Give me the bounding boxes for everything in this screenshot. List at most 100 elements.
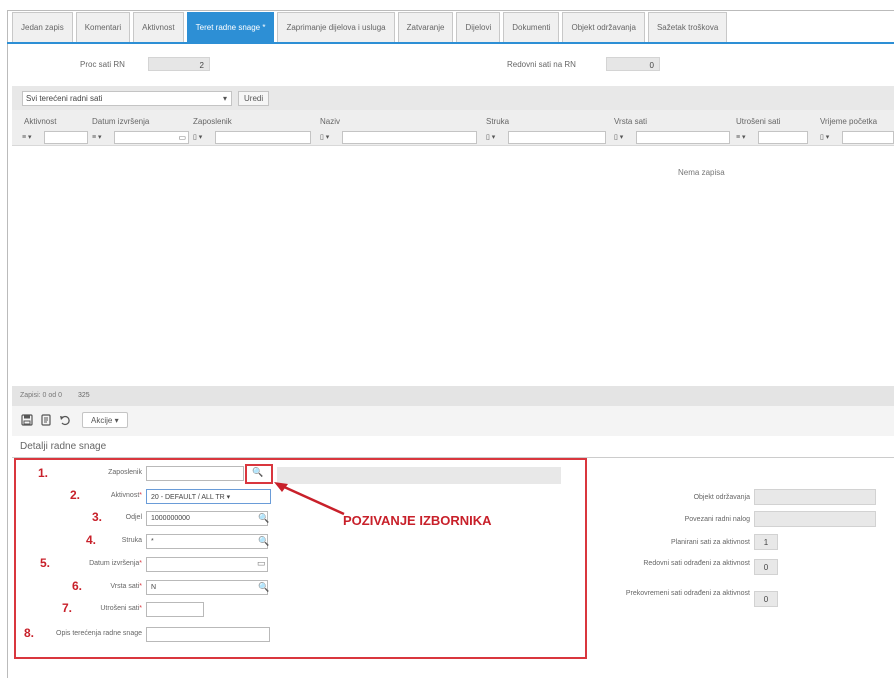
vrsta-sati-label: Vrsta sati* bbox=[110, 583, 142, 590]
pager-text: Zapisi: 0 od 0 bbox=[20, 392, 63, 399]
povezani-nalog-label: Povezani radni nalog bbox=[684, 516, 750, 523]
redovni-odradeni-label: Redovni sati odrađeni za aktivnost bbox=[643, 560, 750, 567]
aktivnost-label: Aktivnost* bbox=[110, 492, 142, 499]
struka-input[interactable]: * bbox=[146, 534, 268, 549]
tab-zatvaranje[interactable]: Zatvaranje bbox=[397, 12, 454, 42]
povezani-nalog-field bbox=[754, 511, 876, 527]
col-zaposlenik[interactable]: Zaposlenik bbox=[193, 117, 232, 126]
filter-operator[interactable]: ▯ ▾ bbox=[614, 131, 636, 144]
save-icon[interactable] bbox=[20, 413, 34, 427]
record-toolbar bbox=[12, 406, 894, 436]
col-vrijeme-pocetka[interactable]: Vrijeme početka bbox=[820, 117, 877, 126]
filter-input[interactable] bbox=[215, 131, 311, 144]
annotation-arrow bbox=[274, 482, 345, 516]
magnifier-icon[interactable]: 🔍 bbox=[258, 536, 269, 547]
filter-input[interactable] bbox=[44, 131, 88, 144]
pager-extra[interactable]: 325 bbox=[78, 392, 90, 399]
filter-operator[interactable]: ▯ ▾ bbox=[193, 131, 215, 144]
filter-operator[interactable]: ▯ ▾ bbox=[320, 131, 342, 144]
field-number-5: 5. bbox=[40, 556, 51, 570]
tab-dokumenti[interactable]: Dokumenti bbox=[503, 12, 560, 42]
akcije-dropdown[interactable]: Akcije ▾ bbox=[82, 412, 128, 428]
utroseni-sati-label: Utrošeni sati* bbox=[100, 605, 142, 612]
filter-dropdown-value: Svi terećeni radni sati bbox=[26, 94, 103, 103]
redovni-odradeni-value: 0 bbox=[754, 559, 778, 575]
field-number-4: 4. bbox=[86, 533, 97, 547]
filter-operator[interactable]: ≡ ▾ bbox=[22, 131, 44, 144]
magnifier-icon[interactable]: 🔍 bbox=[252, 467, 263, 478]
annotation-label: POZIVANJE IZBORNIKA bbox=[343, 513, 492, 528]
tab-aktivnost[interactable]: Aktivnost bbox=[133, 12, 184, 42]
redovni-sati-value: 0 bbox=[606, 57, 660, 71]
proc-sati-label: Proc sati RN bbox=[80, 60, 125, 69]
chevron-down-icon: ▾ bbox=[222, 94, 227, 103]
filter-operator[interactable]: ▯ ▾ bbox=[820, 131, 842, 144]
filter-struka: ▯ ▾ bbox=[486, 131, 606, 144]
field-number-8: 8. bbox=[24, 626, 35, 640]
magnifier-icon[interactable]: 🔍 bbox=[258, 513, 269, 524]
redovni-sati-label: Redovni sati na RN bbox=[507, 60, 576, 69]
filter-input[interactable] bbox=[636, 131, 730, 144]
filter-operator[interactable]: ≡ ▾ bbox=[92, 131, 114, 144]
run-filter-button[interactable]: Uredi bbox=[238, 91, 270, 106]
planirani-sati-value: 1 bbox=[754, 534, 778, 550]
tab-underline bbox=[7, 42, 894, 44]
copy-icon[interactable] bbox=[39, 413, 53, 427]
struka-label: Struka bbox=[121, 537, 142, 544]
aktivnost-select[interactable]: 20 - DEFAULT / ALL TR ▾ bbox=[146, 489, 271, 504]
field-number-6: 6. bbox=[72, 579, 83, 593]
tab-dijelovi[interactable]: Dijelovi bbox=[456, 12, 501, 42]
filter-aktivnost: ≡ ▾ bbox=[22, 131, 88, 144]
col-vrsta-sati[interactable]: Vrsta sati bbox=[614, 117, 647, 126]
tab-sazetak-troskova[interactable]: Sažetak troškova bbox=[647, 12, 728, 42]
filter-input[interactable] bbox=[342, 131, 477, 144]
tab-komentari[interactable]: Komentari bbox=[75, 12, 131, 42]
col-datum[interactable]: Datum izvršenja bbox=[92, 117, 149, 126]
filter-zaposlenik: ▯ ▾ bbox=[193, 131, 311, 144]
filter-naziv: ▯ ▾ bbox=[320, 131, 477, 144]
filter-operator[interactable]: ▯ ▾ bbox=[486, 131, 508, 144]
odjel-input[interactable]: 1000000000 bbox=[146, 511, 268, 526]
opis-label: Opis terećenja radne snage bbox=[56, 630, 142, 637]
proc-sati-value: 2 bbox=[148, 57, 210, 71]
objekt-odrzavanja-field bbox=[754, 489, 876, 505]
utroseni-sati-input[interactable] bbox=[146, 602, 204, 617]
tab-objekt-odrzavanja[interactable]: Objekt održavanja bbox=[562, 12, 645, 42]
opis-input[interactable] bbox=[146, 627, 270, 642]
col-aktivnost[interactable]: Aktivnost bbox=[24, 117, 56, 126]
filter-input[interactable] bbox=[842, 131, 894, 144]
field-number-1: 1. bbox=[38, 466, 49, 480]
field-number-7: 7. bbox=[62, 601, 73, 615]
magnifier-icon[interactable]: 🔍 bbox=[258, 582, 269, 593]
col-naziv[interactable]: Naziv bbox=[320, 117, 340, 126]
calendar-icon[interactable]: ▭ bbox=[257, 558, 266, 569]
empty-grid-message: Nema zapisa bbox=[678, 168, 725, 177]
pager-bar: Zapisi: 0 od 0 325 bbox=[12, 386, 894, 406]
planirani-sati-label: Planirani sati za aktivnost bbox=[671, 539, 750, 546]
filter-vrijeme-pocetka: ▯ ▾ bbox=[820, 131, 894, 144]
tab-zaprimanje[interactable]: Zaprimanje dijelova i usluga bbox=[277, 12, 395, 42]
filter-input[interactable] bbox=[758, 131, 808, 144]
field-number-3: 3. bbox=[92, 510, 103, 524]
filter-utroseni-sati: ≡ ▾ bbox=[736, 131, 808, 144]
tab-teret-radne-snage[interactable]: Teret radne snage * bbox=[186, 12, 275, 42]
field-number-2: 2. bbox=[70, 488, 81, 502]
vrsta-sati-input[interactable]: N bbox=[146, 580, 268, 595]
odjel-label: Odjel bbox=[125, 514, 142, 521]
filter-dropdown[interactable]: Svi terećeni radni sati ▾ bbox=[22, 91, 232, 106]
undo-icon[interactable] bbox=[58, 413, 72, 427]
section-title: Detalji radne snage bbox=[20, 441, 107, 452]
filter-input[interactable] bbox=[508, 131, 606, 144]
calendar-icon[interactable]: ▭ bbox=[178, 133, 186, 142]
zaposlenik-label: Zaposlenik bbox=[108, 469, 142, 476]
zaposlenik-input[interactable] bbox=[146, 466, 244, 481]
col-utroseni-sati[interactable]: Utrošeni sati bbox=[736, 117, 780, 126]
filter-input[interactable]: ▭ bbox=[114, 131, 189, 144]
col-struka[interactable]: Struka bbox=[486, 117, 509, 126]
datum-izvrsenja-input[interactable] bbox=[146, 557, 268, 572]
filter-operator[interactable]: ≡ ▾ bbox=[736, 131, 758, 144]
prekovremeni-value: 0 bbox=[754, 591, 778, 607]
tab-bar: Jedan zapis Komentari Aktivnost Teret ra… bbox=[12, 12, 728, 42]
tab-jedan-zapis[interactable]: Jedan zapis bbox=[12, 12, 73, 42]
prekovremeni-label: Prekovremeni sati odrađeni za aktivnost bbox=[625, 590, 750, 597]
